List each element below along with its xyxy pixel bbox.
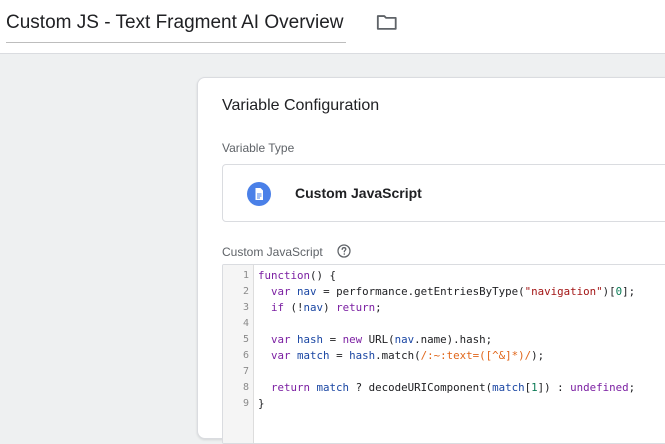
code-token: /:~:text=([^&]*)/: [420, 349, 532, 362]
code-token: ): [323, 301, 337, 314]
line-content: if (!nav) return;: [258, 300, 382, 316]
code-token: nav: [303, 301, 324, 314]
code-token: function: [258, 269, 311, 282]
variable-configuration-card: Variable Configuration Variable Type Cus…: [197, 77, 665, 444]
variable-type-name: Custom JavaScript: [295, 185, 422, 201]
code-token: =: [323, 333, 343, 346]
line-number: 7: [242, 366, 249, 377]
code-token: ];: [622, 285, 636, 298]
code-token: undefined: [570, 381, 629, 394]
variable-type-label: Variable Type: [222, 141, 295, 155]
code-token: hash: [349, 349, 376, 362]
code-token: "navigation": [524, 285, 603, 298]
code-token: (!: [284, 301, 304, 314]
custom-javascript-label: Custom JavaScript: [222, 245, 323, 259]
code-token: nav: [297, 285, 317, 298]
code-token: );: [531, 349, 545, 362]
code-token: var: [271, 349, 291, 362]
code-token: URL(: [362, 333, 395, 346]
line-number: 8: [242, 382, 249, 393]
code-line: 5 var hash = new URL(nav.name).hash;: [223, 332, 665, 348]
code-token: .name).hash;: [414, 333, 493, 346]
line-content: var hash = new URL(nav.name).hash;: [258, 332, 492, 348]
code-token: = performance.getEntriesByType(: [316, 285, 525, 298]
help-circle-icon[interactable]: [337, 244, 351, 258]
code-token: ;: [375, 301, 382, 314]
folder-icon[interactable]: [376, 12, 398, 32]
code-line: 2 var nav = performance.getEntriesByType…: [223, 284, 665, 300]
code-token: () {: [310, 269, 337, 282]
code-line: 3 if (!nav) return;: [223, 300, 665, 316]
code-token: match: [316, 381, 350, 394]
code-token: nav: [394, 333, 415, 346]
code-editor[interactable]: 1 function() {2 var nav = performance.get…: [222, 264, 665, 444]
variable-name: Custom JS - Text Fragment AI Overview: [6, 12, 344, 33]
code-line: 6 var match = hash.match(/:~:text=([^&]*…: [223, 348, 665, 364]
code-token: }: [258, 397, 265, 410]
code-token: match: [297, 349, 330, 362]
code-token: return: [336, 301, 376, 314]
line-number: 6: [242, 350, 249, 361]
top-bar: Custom JS - Text Fragment AI Overview: [0, 0, 665, 54]
card-title: Variable Configuration: [222, 97, 380, 114]
code-token: var: [271, 333, 291, 346]
code-line: 9}: [223, 396, 665, 412]
code-token: ]) :: [537, 381, 571, 394]
code-token: ;: [628, 381, 636, 394]
code-token: =: [329, 349, 350, 362]
line-number: 1: [242, 270, 249, 281]
code-token: match: [492, 381, 525, 394]
code-token: )[: [602, 285, 616, 298]
line-content: function() {: [258, 268, 336, 284]
line-content: return match ? decodeURIComponent(match[…: [258, 380, 635, 396]
document-icon: [247, 182, 271, 206]
code-token: return: [271, 381, 311, 394]
line-number: 9: [242, 398, 249, 409]
code-line: 1 function() {: [223, 268, 665, 284]
code-token: if: [271, 301, 285, 314]
code-token: new: [342, 333, 363, 346]
code-lines: 1 function() {2 var nav = performance.get…: [223, 268, 665, 412]
line-number: 3: [242, 302, 249, 313]
code-line: 7: [223, 364, 665, 380]
code-line: 4: [223, 316, 665, 332]
code-token: ? decodeURIComponent(: [349, 381, 493, 394]
line-number: 2: [242, 286, 249, 297]
variable-name-field[interactable]: Custom JS - Text Fragment AI Overview: [6, 8, 346, 43]
line-content: }: [258, 396, 265, 412]
code-line: 8 return match ? decodeURIComponent(matc…: [223, 380, 665, 396]
code-token: hash: [297, 333, 324, 346]
line-content: var nav = performance.getEntriesByType("…: [258, 284, 635, 300]
code-token: .match(: [375, 349, 421, 362]
variable-type-selector[interactable]: Custom JavaScript: [222, 164, 665, 222]
code-token: var: [271, 285, 291, 298]
line-number: 5: [242, 334, 249, 345]
line-number: 4: [242, 318, 249, 329]
line-content: var match = hash.match(/:~:text=([^&]*)/…: [258, 348, 544, 364]
